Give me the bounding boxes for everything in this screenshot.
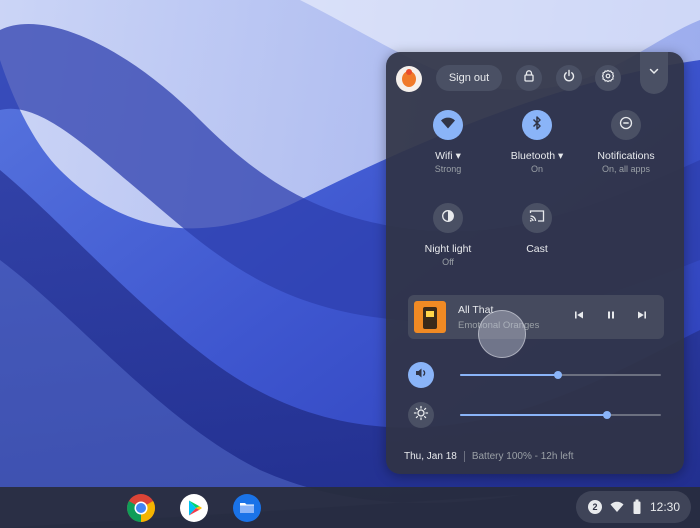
bluetooth-icon: [530, 115, 544, 136]
sign-out-button[interactable]: Sign out: [436, 65, 502, 91]
collapse-button[interactable]: [640, 52, 668, 94]
brightness-slider-knob[interactable]: [602, 411, 611, 419]
skip-previous-icon: [573, 308, 585, 326]
wifi-label: Wifi: [435, 150, 453, 162]
gear-icon: [601, 69, 615, 88]
quick-settings-header: Sign out: [386, 52, 684, 104]
play-store-icon: [179, 494, 209, 527]
settings-button[interactable]: [595, 65, 621, 91]
brightness-slider[interactable]: [460, 411, 661, 419]
battery-icon: [632, 499, 642, 520]
volume-slider-knob[interactable]: [554, 371, 563, 379]
brightness-icon: [413, 405, 429, 426]
notifications-status: On, all apps: [601, 164, 651, 174]
files-icon: [232, 494, 262, 527]
quick-settings-panel: Sign out Wifi ▾ Strong Bluetooth ▾ On No…: [386, 52, 684, 474]
lock-icon: [522, 69, 536, 88]
pause-button[interactable]: [603, 309, 619, 325]
user-avatar[interactable]: [396, 66, 422, 92]
wifi-toggle[interactable]: [433, 110, 463, 140]
wifi-icon: [610, 500, 624, 519]
volume-mute-button[interactable]: [408, 362, 434, 388]
bluetooth-toggle[interactable]: [522, 110, 552, 140]
bluetooth-status: On: [530, 164, 543, 174]
footer-divider: [463, 451, 465, 462]
bluetooth-label: Bluetooth: [510, 150, 556, 162]
album-art: [414, 301, 446, 333]
wifi-status: Strong: [434, 164, 462, 174]
notifications-tile[interactable]: Notifications On, all apps: [586, 110, 666, 174]
touch-indicator: [478, 310, 526, 358]
clock: 12:30: [650, 500, 681, 514]
play-store-app-button[interactable]: [179, 493, 209, 523]
shelf: 2 12:30: [0, 487, 700, 528]
cast-toggle[interactable]: [522, 203, 552, 233]
notifications-label: Notifications: [597, 150, 655, 162]
night-light-tile[interactable]: Night light Off: [408, 203, 488, 267]
next-track-button[interactable]: [634, 309, 650, 325]
notifications-toggle[interactable]: [611, 110, 641, 140]
bluetooth-menu-indicator[interactable]: ▾: [558, 150, 563, 162]
cast-label: Cast: [526, 243, 548, 255]
brightness-control: [408, 402, 664, 428]
power-button[interactable]: [556, 65, 582, 91]
do-not-disturb-icon: [619, 116, 633, 135]
files-app-button[interactable]: [232, 493, 262, 523]
volume-slider[interactable]: [460, 371, 661, 379]
previous-track-button[interactable]: [571, 309, 587, 325]
media-controls[interactable]: All That Emotional Oranges: [408, 295, 664, 339]
volume-control: [408, 362, 664, 388]
night-light-toggle[interactable]: [433, 203, 463, 233]
brightness-button[interactable]: [408, 402, 434, 428]
wifi-menu-indicator[interactable]: ▾: [456, 150, 461, 162]
date-label[interactable]: Thu, Jan 18: [404, 451, 457, 462]
quick-settings-footer: Thu, Jan 18 Battery 100% - 12h left: [404, 451, 574, 462]
pause-icon: [605, 308, 617, 326]
night-light-icon: [441, 209, 455, 228]
wifi-icon: [440, 115, 456, 136]
bluetooth-tile[interactable]: Bluetooth ▾ On: [497, 110, 577, 174]
night-light-label: Night light: [424, 243, 472, 255]
power-icon: [562, 69, 576, 88]
chrome-icon: [126, 494, 156, 527]
cast-icon: [529, 209, 545, 228]
chevron-down-icon: [648, 64, 660, 82]
cast-tile[interactable]: Cast: [497, 203, 577, 255]
status-area-button[interactable]: 2 12:30: [576, 491, 691, 523]
chrome-app-button[interactable]: [126, 493, 156, 523]
notification-count-badge[interactable]: 2: [588, 500, 602, 514]
brightness-slider-fill: [460, 414, 607, 416]
volume-icon: [414, 366, 428, 385]
night-light-status: Off: [442, 257, 454, 267]
lock-button[interactable]: [516, 65, 542, 91]
skip-next-icon: [636, 308, 648, 326]
wifi-tile[interactable]: Wifi ▾ Strong: [408, 110, 488, 174]
battery-status: Battery 100% - 12h left: [471, 451, 574, 463]
volume-slider-fill: [460, 374, 559, 376]
